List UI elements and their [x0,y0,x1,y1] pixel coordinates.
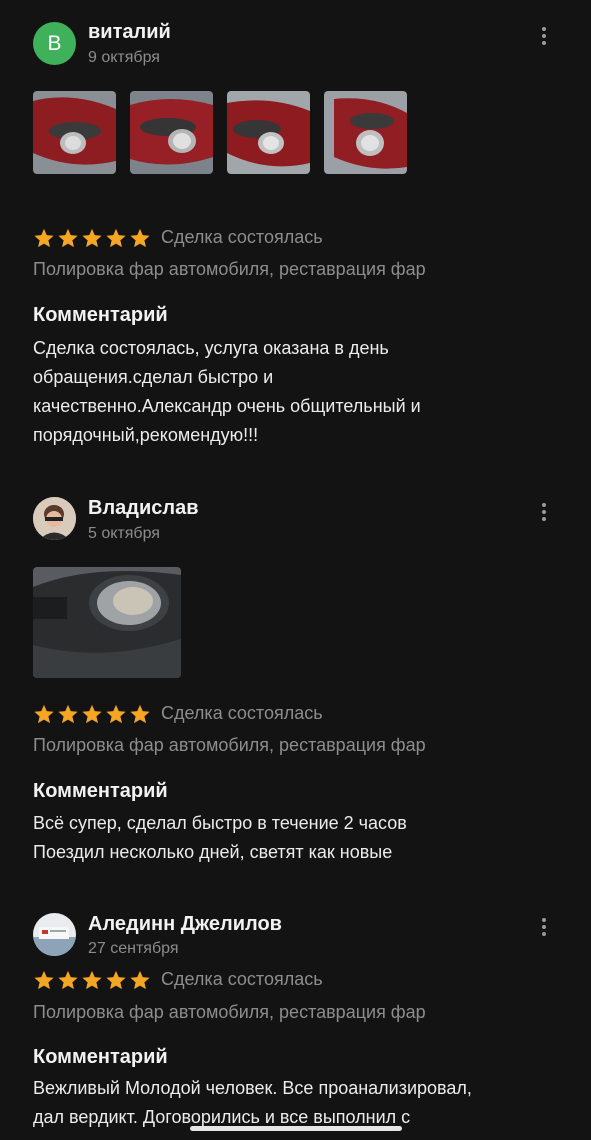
review-date: 9 октября [88,49,160,66]
rating-stars [33,227,151,249]
star-icon [130,970,150,990]
star-icon [34,704,54,724]
avatar-letter: В [47,31,62,55]
service-name: Полировка фар автомобиля, реставрация фа… [33,259,426,279]
comment-title: Комментарий [33,1046,168,1068]
review-photo[interactable] [227,91,310,174]
rating-stars [33,703,151,725]
service-name: Полировка фар автомобиля, реставрация фа… [33,735,426,755]
rating-stars [33,969,151,991]
deal-status: Сделка состоялась [161,703,323,723]
comment-text: Всё супер, сделал быстро в течение 2 час… [33,813,407,862]
comment-title: Комментарий [33,304,168,326]
star-icon [106,970,126,990]
more-vertical-icon[interactable] [532,22,556,50]
star-icon [34,970,54,990]
star-icon [106,228,126,248]
star-icon [82,704,102,724]
service-name: Полировка фар автомобиля, реставрация фа… [33,1002,426,1022]
star-icon [58,970,78,990]
star-icon [106,704,126,724]
star-icon [58,704,78,724]
review-date: 5 октября [88,525,160,542]
deal-status: Сделка состоялась [161,969,323,989]
star-icon [58,228,78,248]
avatar[interactable] [33,913,76,956]
star-icon [34,228,54,248]
comment-title: Комментарий [33,780,168,802]
review-photo[interactable] [324,91,407,174]
star-icon [82,970,102,990]
avatar[interactable] [33,497,76,540]
comment-text: Сделка состоялась, услуга оказана в день… [33,338,421,445]
home-indicator[interactable] [190,1126,402,1131]
more-vertical-icon[interactable] [532,498,556,526]
more-vertical-icon[interactable] [532,913,556,941]
comment-text: Вежливый Молодой человек. Все проанализи… [33,1078,472,1127]
author-name[interactable]: виталий [88,21,171,44]
review-photo[interactable] [33,91,116,174]
deal-status: Сделка состоялась [161,227,323,247]
avatar[interactable]: В [33,22,76,65]
star-icon [82,228,102,248]
author-name[interactable]: Алединн Джелилов [88,913,282,936]
review-photo[interactable] [130,91,213,174]
review-photo[interactable] [33,567,181,678]
author-name[interactable]: Владислав [88,497,199,520]
star-icon [130,228,150,248]
review-date: 27 сентября [88,940,179,957]
star-icon [130,704,150,724]
